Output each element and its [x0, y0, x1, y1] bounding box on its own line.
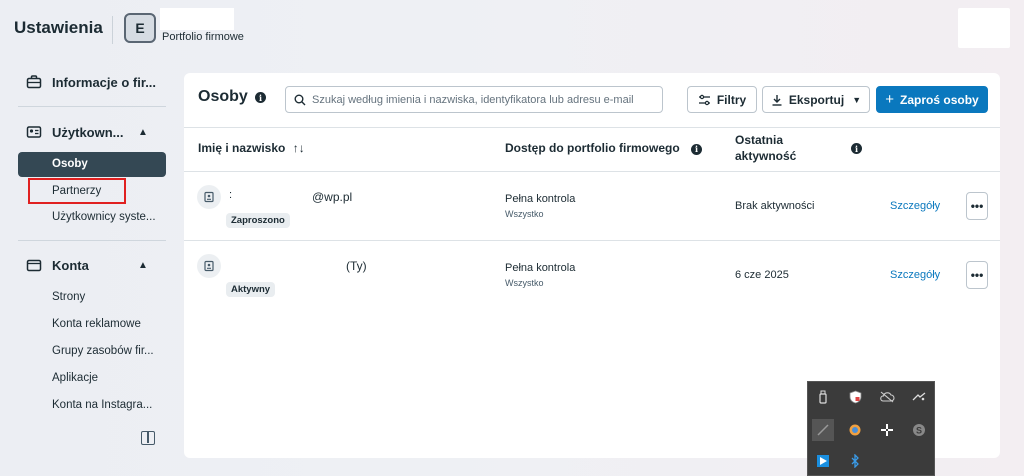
invite-people-button[interactable]: + Zaproś osoby: [876, 86, 988, 113]
access-scope: Wszystko: [505, 209, 544, 219]
portfolio-name-redacted: [160, 8, 234, 30]
column-header-label: aktywność: [735, 149, 797, 163]
access-scope: Wszystko: [505, 278, 544, 288]
cloud-off-icon[interactable]: [876, 386, 898, 408]
search-icon: [294, 94, 306, 105]
sidebar-item-business-info[interactable]: Informacje o fir...: [26, 74, 156, 90]
page-title: Ustawienia: [14, 18, 103, 37]
info-icon[interactable]: i: [255, 92, 266, 103]
sidebar-section-label: Użytkown...: [52, 124, 124, 140]
portfolio-avatar[interactable]: E: [124, 13, 156, 43]
user-you-label: (Ty): [346, 259, 367, 273]
panel-title: Osoby i: [198, 88, 266, 106]
caret-down-icon: ▼: [852, 94, 862, 105]
person-badge-icon: [197, 185, 221, 209]
header-divider: [184, 127, 1000, 128]
user-email: @wp.pl: [312, 190, 353, 204]
details-link[interactable]: Szczegóły: [890, 269, 940, 281]
sliders-icon: [698, 94, 710, 105]
user-name-prefix: :: [229, 189, 233, 201]
sidebar-item-ad-accounts[interactable]: Konta reklamowe: [52, 318, 141, 330]
top-right-redacted-box: [958, 8, 1010, 48]
sidebar-item-partners[interactable]: Partnerzy: [28, 178, 126, 204]
person-badge-icon: [197, 254, 221, 278]
color-app-icon[interactable]: [844, 419, 866, 441]
invite-label: Zaproś osoby: [900, 92, 979, 107]
sidebar-item-label: Informacje o fir...: [52, 74, 157, 90]
pen-icon[interactable]: [812, 419, 834, 441]
info-icon[interactable]: i: [851, 143, 862, 154]
system-tray-popup: S: [807, 381, 935, 476]
pen-tablet-icon[interactable]: [908, 386, 930, 408]
top-bar: Ustawienia E Portfolio firmowe: [0, 0, 1024, 60]
last-activity: 6 cze 2025: [735, 269, 789, 281]
media-player-icon[interactable]: [812, 450, 834, 472]
usb-drive-icon[interactable]: [812, 386, 834, 408]
folder-icon: [26, 259, 42, 272]
column-header-label: Ostatnia: [735, 133, 784, 147]
status-badge: Zaproszono: [226, 213, 290, 228]
column-header-label: Imię i nazwisko: [198, 141, 286, 155]
skype-icon[interactable]: S: [908, 419, 930, 441]
more-options-button[interactable]: •••: [966, 192, 988, 220]
status-badge: Aktywny: [226, 282, 276, 297]
export-label: Eksportuj: [788, 92, 845, 107]
search-input[interactable]: [312, 93, 652, 106]
sort-icon[interactable]: ↑↓: [293, 141, 305, 155]
more-options-button[interactable]: •••: [966, 261, 988, 289]
sidebar-item-instagram-accounts[interactable]: Konta na Instagra...: [52, 399, 152, 411]
plus-icon: +: [885, 91, 895, 108]
column-header-label: Dostęp do portfolio firmowego: [505, 141, 680, 155]
pinwheel-icon[interactable]: [876, 419, 898, 441]
search-field[interactable]: [285, 86, 663, 113]
details-link[interactable]: Szczegóły: [890, 200, 940, 212]
row-divider: [184, 240, 1000, 241]
chevron-up-icon[interactable]: ▲: [138, 127, 148, 138]
svg-text:S: S: [916, 426, 922, 436]
sidebar-item-system-users[interactable]: Użytkownicy syste...: [52, 211, 156, 223]
download-icon: [772, 94, 782, 106]
title-divider: [112, 16, 113, 44]
panel-title-text: Osoby: [198, 88, 248, 105]
sidebar-section-label: Konta: [52, 257, 89, 273]
portfolio-label[interactable]: Portfolio firmowe: [162, 31, 244, 43]
access-level: Pełna kontrola: [505, 193, 576, 205]
sidebar-divider: [18, 106, 166, 107]
info-icon[interactable]: i: [691, 143, 702, 155]
sidebar-item-apps[interactable]: Aplikacje: [52, 372, 98, 384]
table-divider: [184, 171, 1000, 172]
sidebar-item-pages[interactable]: Strony: [52, 291, 85, 303]
sidebar-section-users[interactable]: Użytkown...: [26, 124, 124, 140]
bluetooth-icon[interactable]: [844, 450, 866, 472]
filters-button[interactable]: Filtry: [687, 86, 757, 113]
sidebar-divider: [18, 240, 166, 241]
access-level: Pełna kontrola: [505, 262, 576, 274]
last-activity: Brak aktywności: [735, 200, 815, 212]
id-card-icon: [26, 126, 42, 138]
sidebar-item-people[interactable]: Osoby: [18, 152, 166, 177]
shield-icon[interactable]: [844, 386, 866, 408]
column-header-last-activity: Ostatnia aktywność: [735, 132, 796, 164]
sidebar-item-asset-groups[interactable]: Grupy zasobów fir...: [52, 345, 154, 357]
briefcase-icon: [26, 75, 42, 89]
collapse-sidebar-icon[interactable]: [141, 431, 155, 445]
export-button[interactable]: Eksportuj ▼: [762, 86, 870, 113]
column-header-access: Dostęp do portfolio firmowego i: [505, 140, 702, 156]
column-header-name[interactable]: Imię i nazwisko ↑↓: [198, 140, 305, 156]
sidebar-section-accounts[interactable]: Konta: [26, 257, 89, 273]
chevron-up-icon[interactable]: ▲: [138, 260, 148, 271]
filters-label: Filtry: [716, 92, 747, 107]
